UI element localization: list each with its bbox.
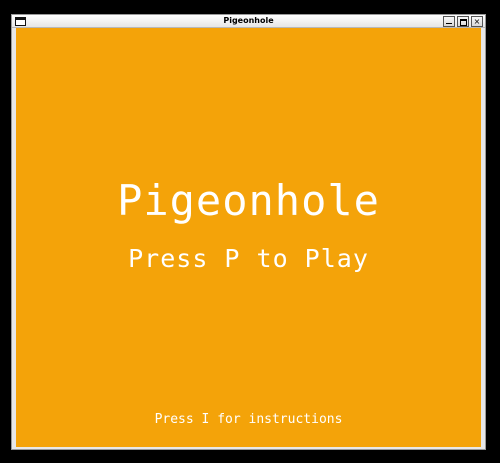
game-canvas[interactable]: Pigeonhole Press P to Play Press I for i… — [16, 28, 481, 447]
instructions-prompt: Press I for instructions — [154, 412, 343, 427]
window-title: Pigeonhole — [223, 16, 274, 25]
game-window: Pigeonhole × Pigeonhole Press P to Play … — [11, 14, 486, 450]
maximize-button[interactable] — [457, 16, 469, 27]
close-button[interactable]: × — [471, 16, 483, 27]
window-titlebar[interactable]: Pigeonhole × — [12, 15, 485, 28]
minimize-button[interactable] — [443, 16, 455, 27]
game-title: Pigeonhole — [117, 176, 380, 225]
play-prompt: Press P to Play — [128, 244, 369, 273]
